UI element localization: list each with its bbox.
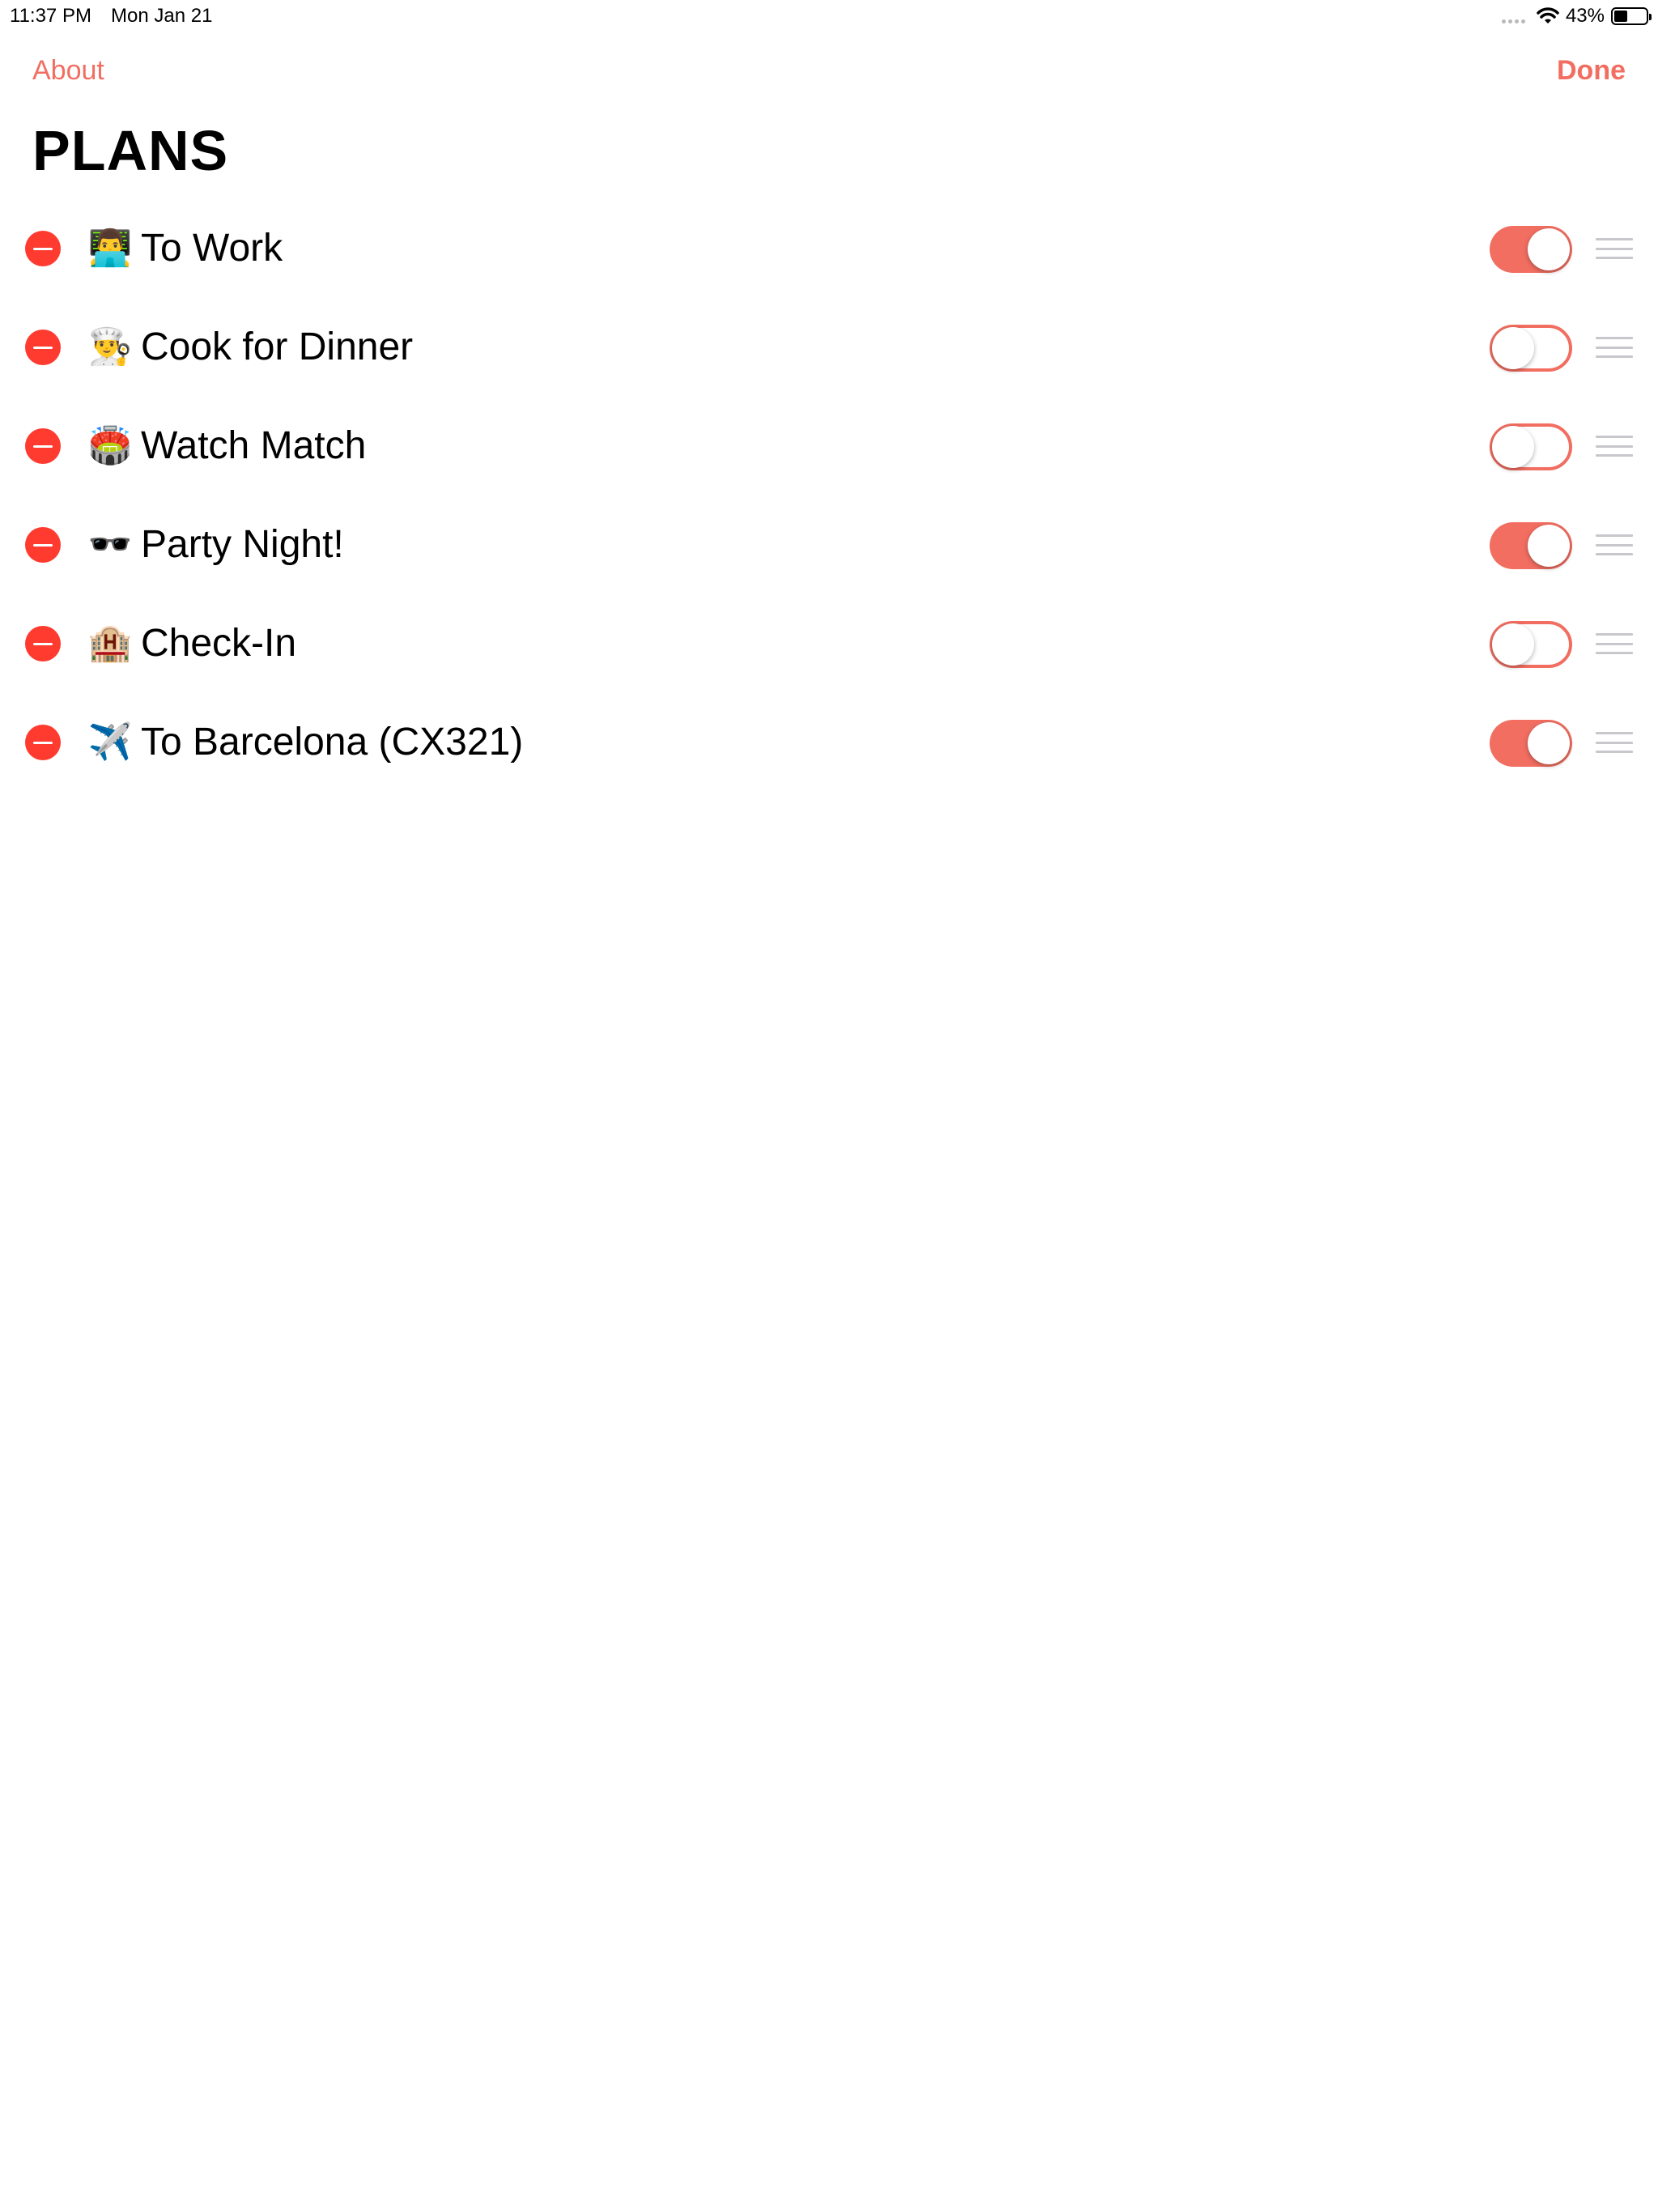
page-title: PLANS xyxy=(32,119,229,182)
delete-icon[interactable] xyxy=(25,231,61,266)
battery-fill xyxy=(1614,11,1627,22)
delete-icon[interactable] xyxy=(25,527,61,563)
cellular-signal-icon xyxy=(1501,9,1525,23)
plan-label: Check-In xyxy=(141,622,297,665)
delete-icon[interactable] xyxy=(25,428,61,464)
plan-row[interactable]: 🕶️ Party Night! xyxy=(0,496,1658,594)
status-bar: 11:37 PM Mon Jan 21 43% xyxy=(0,0,1658,32)
delete-icon[interactable] xyxy=(25,626,61,661)
status-time: 11:37 PM xyxy=(10,5,91,27)
toggle-knob xyxy=(1492,623,1534,666)
toggle-knob xyxy=(1492,327,1534,369)
plan-toggle[interactable] xyxy=(1490,325,1572,372)
plan-emoji-icon: 👨‍💻 xyxy=(87,228,133,268)
plans-list: 👨‍💻 To Work 👨‍🍳 Cook for Dinner 🏟️ Watch Matc… xyxy=(0,199,1658,792)
plan-row[interactable]: 🏨 Check-In xyxy=(0,594,1658,693)
reorder-handle-icon[interactable] xyxy=(1596,633,1633,654)
plan-toggle[interactable] xyxy=(1490,226,1572,273)
plan-row[interactable]: 👨‍🍳 Cook for Dinner xyxy=(0,298,1658,397)
toggle-knob xyxy=(1492,426,1534,468)
plan-emoji-icon: 🏟️ xyxy=(87,426,133,466)
toggle-knob xyxy=(1528,525,1570,567)
status-indicators: 43% xyxy=(1501,5,1652,28)
plan-toggle[interactable] xyxy=(1490,423,1572,470)
plan-emoji-icon: 👨‍🍳 xyxy=(87,327,133,367)
reorder-handle-icon[interactable] xyxy=(1596,238,1633,259)
plan-toggle[interactable] xyxy=(1490,522,1572,569)
plan-toggle[interactable] xyxy=(1490,621,1572,668)
toggle-knob xyxy=(1528,228,1570,270)
toggle-knob xyxy=(1528,722,1570,764)
reorder-handle-icon[interactable] xyxy=(1596,534,1633,555)
battery-icon xyxy=(1611,7,1652,25)
plan-label: To Work xyxy=(141,227,283,270)
reorder-handle-icon[interactable] xyxy=(1596,732,1633,753)
reorder-handle-icon[interactable] xyxy=(1596,337,1633,358)
plan-emoji-icon: 🕶️ xyxy=(87,525,133,564)
delete-icon[interactable] xyxy=(25,330,61,365)
plan-label: To Barcelona (CX321) xyxy=(141,721,524,764)
plan-row[interactable]: 👨‍💻 To Work xyxy=(0,199,1658,298)
plan-emoji-icon: ✈️ xyxy=(87,722,133,762)
plan-toggle[interactable] xyxy=(1490,720,1572,767)
plan-row[interactable]: 🏟️ Watch Match xyxy=(0,397,1658,496)
wifi-icon xyxy=(1537,7,1559,25)
done-button[interactable]: Done xyxy=(1557,55,1626,87)
plan-label: Party Night! xyxy=(141,523,344,566)
plan-label: Watch Match xyxy=(141,424,367,467)
plan-row[interactable]: ✈️ To Barcelona (CX321) xyxy=(0,693,1658,792)
plan-label: Cook for Dinner xyxy=(141,325,414,368)
about-button[interactable]: About xyxy=(32,55,104,87)
reorder-handle-icon[interactable] xyxy=(1596,436,1633,457)
delete-icon[interactable] xyxy=(25,725,61,760)
status-date: Mon Jan 21 xyxy=(111,5,213,27)
battery-percent: 43% xyxy=(1565,5,1605,27)
plan-emoji-icon: 🏨 xyxy=(87,623,133,663)
